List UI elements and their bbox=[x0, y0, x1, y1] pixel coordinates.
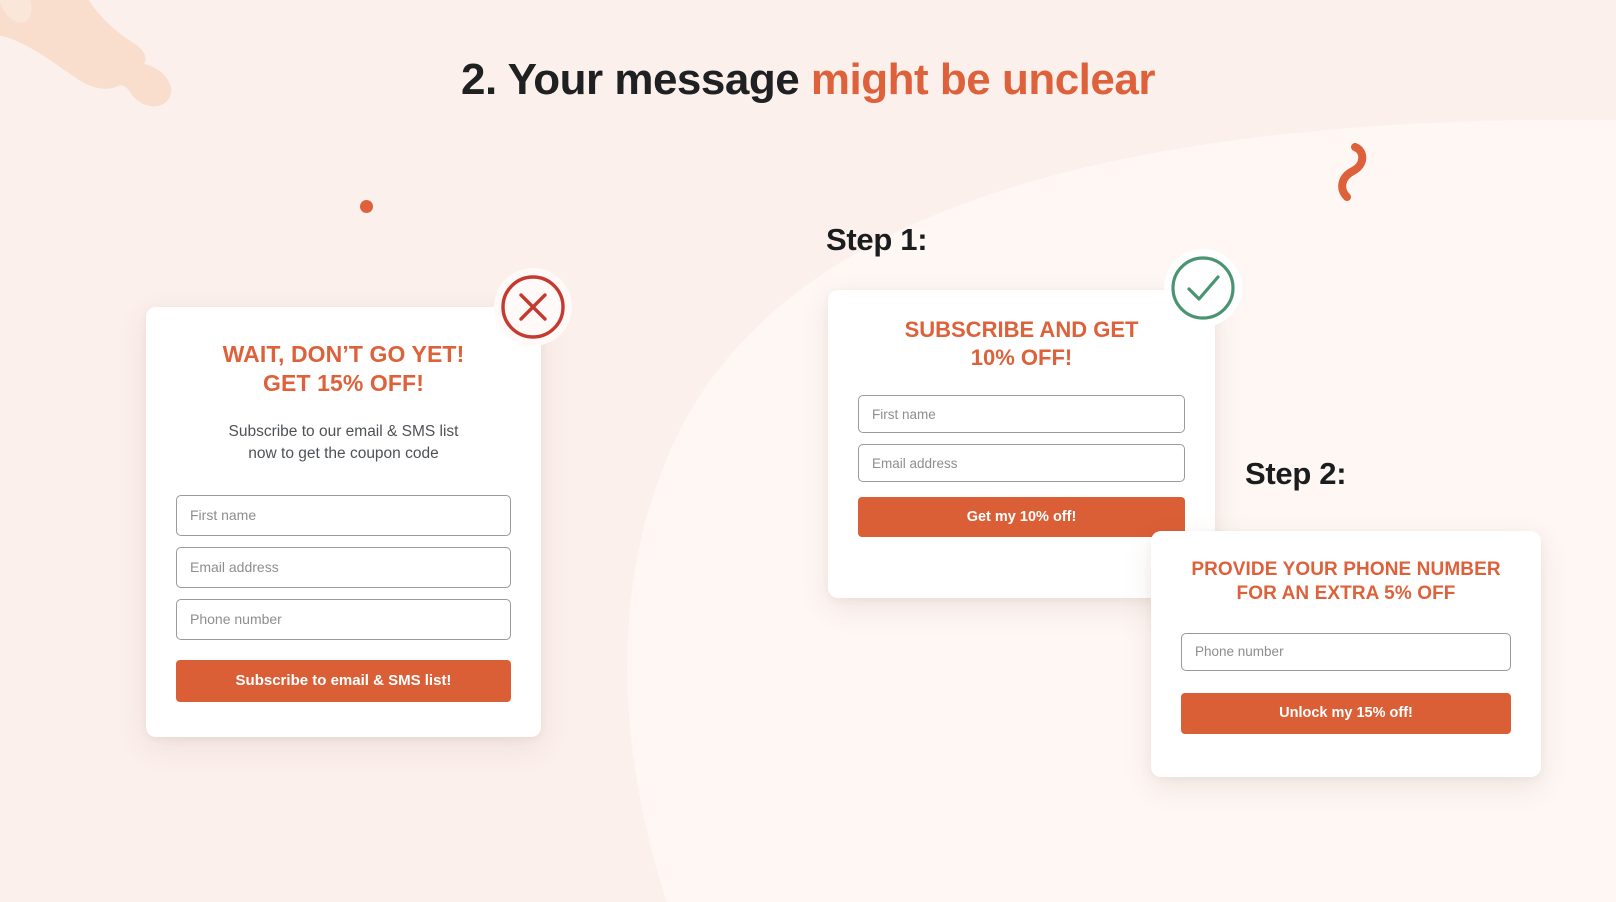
squiggle-icon bbox=[1338, 143, 1367, 201]
get-my-10-percent-off-button[interactable]: Get my 10% off! bbox=[858, 497, 1185, 538]
step1-popup-form: First name Email address bbox=[828, 395, 1215, 483]
error-status-badge bbox=[494, 268, 572, 346]
orange-dot-icon bbox=[360, 200, 373, 213]
exit-popup-subtext: Subscribe to our email & SMS list now to… bbox=[146, 421, 541, 465]
exit-intent-popup-card: WAIT, DON’T GO YET! GET 15% OFF! Subscri… bbox=[146, 307, 541, 737]
error-x-icon bbox=[501, 275, 565, 339]
page-title-plain: 2. Your message bbox=[461, 55, 811, 104]
first-name-placeholder: First name bbox=[190, 507, 257, 524]
exit-popup-subtext-line2: now to get the coupon code bbox=[248, 444, 439, 462]
step2-popup-heading: PROVIDE YOUR PHONE NUMBER FOR AN EXTRA 5… bbox=[1151, 558, 1541, 607]
step-2-popup-card: PROVIDE YOUR PHONE NUMBER FOR AN EXTRA 5… bbox=[1151, 531, 1541, 777]
email-address-placeholder: Email address bbox=[872, 455, 958, 471]
step1-popup-heading-line2: 10% OFF! bbox=[970, 345, 1073, 371]
page-title: 2. Your message might be unclear bbox=[0, 55, 1616, 105]
phone-number-placeholder: Phone number bbox=[1195, 644, 1284, 660]
phone-number-placeholder: Phone number bbox=[190, 611, 282, 628]
success-check-icon bbox=[1171, 256, 1235, 320]
success-status-badge bbox=[1164, 249, 1242, 327]
email-address-input[interactable]: Email address bbox=[176, 546, 511, 588]
first-name-placeholder: First name bbox=[872, 406, 936, 422]
step2-popup-heading-line1: PROVIDE YOUR PHONE NUMBER bbox=[1191, 559, 1501, 580]
exit-popup-heading: WAIT, DON’T GO YET! GET 15% OFF! bbox=[146, 340, 541, 399]
email-address-input[interactable]: Email address bbox=[858, 444, 1185, 483]
exit-popup-subtext-line1: Subscribe to our email & SMS list bbox=[228, 422, 459, 440]
phone-number-input[interactable]: Phone number bbox=[1181, 632, 1511, 671]
step-1-label: Step 1: bbox=[826, 222, 928, 257]
email-address-placeholder: Email address bbox=[190, 559, 279, 576]
step1-popup-heading-line1: SUBSCRIBE AND GET bbox=[904, 317, 1139, 342]
unlock-my-15-percent-off-button[interactable]: Unlock my 15% off! bbox=[1181, 692, 1511, 734]
page-title-highlight: might be unclear bbox=[810, 55, 1156, 104]
step-2-label: Step 2: bbox=[1245, 456, 1347, 491]
phone-number-input[interactable]: Phone number bbox=[176, 598, 511, 640]
step1-popup-heading: SUBSCRIBE AND GET 10% OFF! bbox=[828, 316, 1215, 372]
first-name-input[interactable]: First name bbox=[176, 494, 511, 536]
step2-popup-form: Phone number bbox=[1151, 632, 1541, 671]
step2-popup-heading-line2: FOR AN EXTRA 5% OFF bbox=[1236, 583, 1456, 605]
subscribe-email-sms-button[interactable]: Subscribe to email & SMS list! bbox=[176, 659, 511, 702]
exit-popup-heading-line2: GET 15% OFF! bbox=[263, 370, 424, 397]
exit-popup-form: First name Email address Phone number bbox=[146, 494, 541, 640]
first-name-input[interactable]: First name bbox=[858, 395, 1185, 434]
exit-popup-heading-line1: WAIT, DON’T GO YET! bbox=[222, 341, 465, 367]
